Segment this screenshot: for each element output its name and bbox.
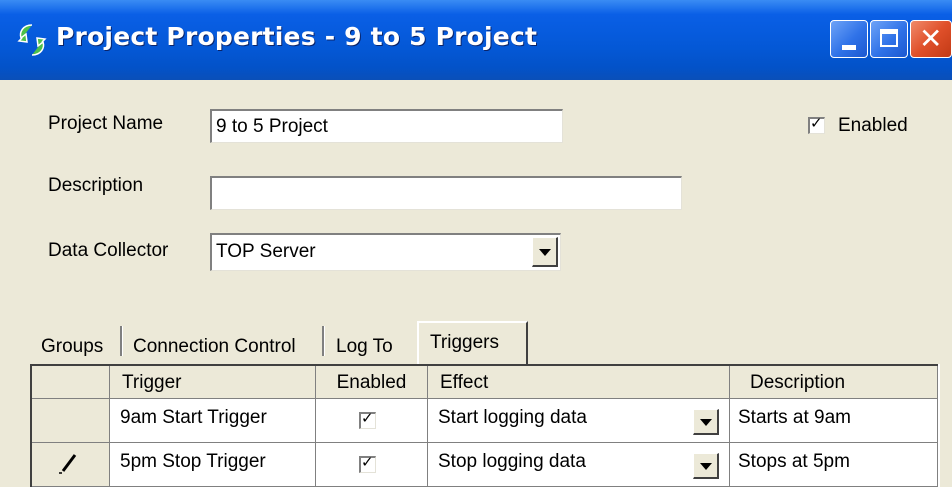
minimize-icon bbox=[842, 45, 856, 50]
title-bar[interactable]: Project Properties - 9 to 5 Project ✕ bbox=[0, 0, 952, 80]
trigger-enabled-checkbox[interactable]: ✓ bbox=[359, 454, 376, 473]
grid-scrollbar-edge[interactable] bbox=[938, 364, 952, 487]
column-header-effect[interactable]: Effect bbox=[428, 366, 730, 399]
window-title: Project Properties - 9 to 5 Project bbox=[56, 22, 538, 51]
checkmark-icon: ✓ bbox=[361, 454, 374, 471]
project-name-label: Project Name bbox=[48, 113, 164, 134]
tab-groups[interactable]: Groups bbox=[41, 336, 103, 358]
tab-triggers[interactable]: Triggers bbox=[417, 321, 528, 365]
chevron-down-icon bbox=[700, 418, 712, 426]
checkmark-icon: ✓ bbox=[810, 115, 823, 132]
column-header-description[interactable]: Description bbox=[730, 366, 938, 399]
tab-divider bbox=[120, 326, 123, 356]
effect-dropdown-button[interactable] bbox=[693, 453, 719, 479]
trigger-effect-value: Start logging data bbox=[438, 407, 587, 428]
data-collector-dropdown-button[interactable] bbox=[532, 237, 558, 267]
pencil-edit-icon bbox=[59, 454, 77, 474]
tab-log-to[interactable]: Log To bbox=[336, 336, 393, 358]
close-button[interactable]: ✕ bbox=[910, 20, 952, 58]
trigger-effect-value: Stop logging data bbox=[438, 451, 586, 472]
trigger-name-cell[interactable]: 5pm Stop Trigger bbox=[110, 443, 316, 487]
column-header-enabled[interactable]: Enabled bbox=[316, 366, 428, 399]
minimize-button[interactable] bbox=[830, 20, 868, 58]
tab-connection-control[interactable]: Connection Control bbox=[133, 336, 296, 358]
checkmark-icon: ✓ bbox=[361, 410, 374, 427]
trigger-enabled-checkbox[interactable]: ✓ bbox=[359, 410, 376, 429]
maximize-icon bbox=[880, 29, 898, 47]
column-header-trigger[interactable]: Trigger bbox=[110, 366, 316, 399]
trigger-name-cell[interactable]: 9am Start Trigger bbox=[110, 399, 316, 443]
effect-dropdown-button[interactable] bbox=[693, 409, 719, 435]
tab-triggers-label: Triggers bbox=[430, 332, 499, 353]
trigger-enabled-cell[interactable]: ✓ bbox=[316, 443, 428, 487]
enabled-checkbox[interactable]: ✓ bbox=[808, 115, 825, 134]
trigger-effect-cell[interactable]: Stop logging data bbox=[428, 443, 730, 487]
data-collector-select[interactable]: TOP Server bbox=[210, 233, 561, 271]
description-label: Description bbox=[48, 175, 144, 196]
enabled-label: Enabled bbox=[838, 115, 908, 136]
chevron-down-icon bbox=[539, 248, 551, 256]
row-header[interactable] bbox=[32, 443, 110, 487]
close-icon: ✕ bbox=[919, 22, 943, 55]
data-collector-label: Data Collector bbox=[48, 240, 169, 261]
chevron-down-icon bbox=[700, 462, 712, 470]
grid-corner-header bbox=[32, 366, 110, 399]
data-collector-value: TOP Server bbox=[216, 241, 316, 262]
description-input[interactable] bbox=[210, 176, 682, 210]
app-icon bbox=[17, 24, 47, 56]
tab-divider bbox=[322, 326, 325, 356]
maximize-button[interactable] bbox=[870, 20, 908, 58]
row-header[interactable] bbox=[32, 399, 110, 443]
project-name-input[interactable] bbox=[210, 109, 563, 143]
trigger-enabled-cell[interactable]: ✓ bbox=[316, 399, 428, 443]
trigger-effect-cell[interactable]: Start logging data bbox=[428, 399, 730, 443]
trigger-description-cell[interactable]: Starts at 9am bbox=[730, 399, 938, 443]
trigger-description-cell[interactable]: Stops at 5pm bbox=[730, 443, 938, 487]
